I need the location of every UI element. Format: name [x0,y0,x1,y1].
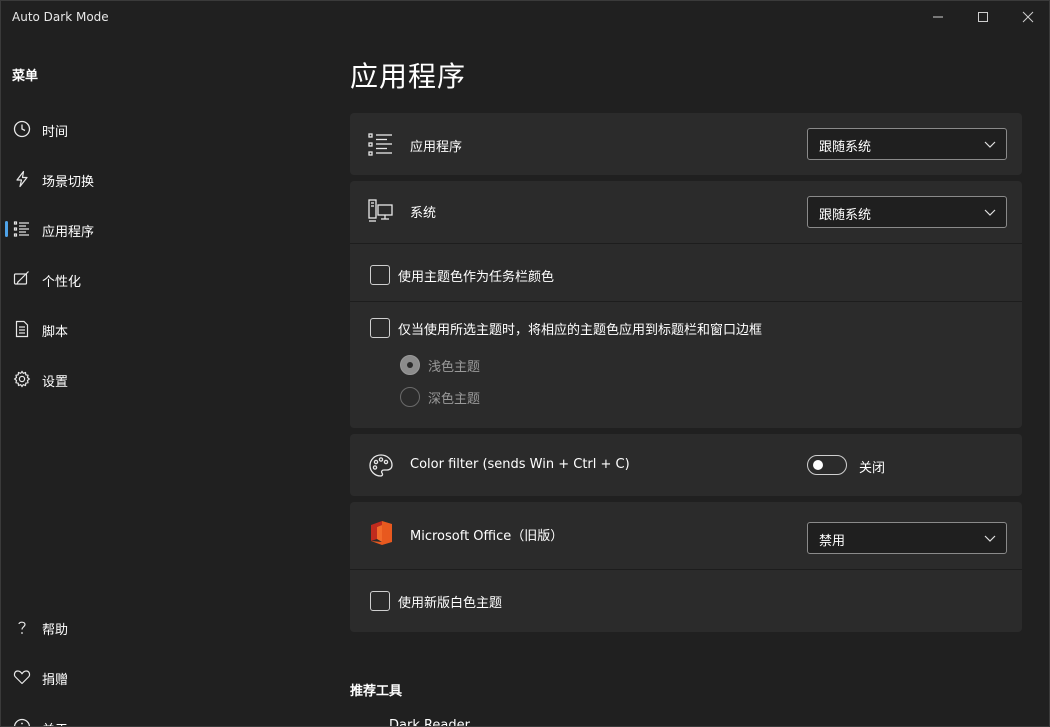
sidebar-item-help[interactable]: 帮助 [5,607,325,647]
system-theme-select-value: 跟随系统 [819,208,872,223]
list-icon [368,133,392,156]
office-theme-label: Microsoft Office（旧版） [410,529,564,544]
divider [350,243,1022,244]
apps-theme-select[interactable]: 跟随系统 [807,128,1007,160]
lightning-icon [16,170,28,188]
office-theme-select-value: 禁用 [819,534,846,549]
office-logo-icon [371,521,392,545]
sidebar-item-about[interactable]: 关于 [5,707,325,726]
personalize-icon [13,271,29,285]
app-window: Auto Dark Mode 菜单 时间 场景切换 应用程序 个性化 脚本 设置… [0,0,1050,727]
system-theme-select[interactable]: 跟随系统 [807,196,1007,228]
divider [350,569,1022,570]
taskbar-accent-label: 使用主题色作为任务栏颜色 [398,270,555,285]
window-title: Auto Dark Mode [12,10,109,24]
taskbar-accent-checkbox[interactable] [370,265,390,285]
minimize-icon [933,16,943,18]
chevron-down-icon [984,141,996,148]
maximize-button[interactable] [960,1,1006,33]
maximize-icon [978,12,988,22]
sidebar-item-settings[interactable]: 设置 [5,359,325,399]
apps-theme-label: 应用程序 [410,140,463,155]
sidebar-item-label: 场景切换 [42,175,95,190]
question-icon [18,621,26,634]
sidebar-menu-title: 菜单 [12,69,39,84]
system-theme-label: 系统 [410,206,437,221]
sidebar-item-label: 帮助 [42,623,69,638]
sidebar-item-label: 时间 [42,125,69,140]
sidebar-item-label: 捐赠 [42,673,69,688]
office-theme-select[interactable]: 禁用 [807,522,1007,554]
palette-icon [369,454,393,477]
office-white-theme-label: 使用新版白色主题 [398,596,503,611]
office-theme-card: Microsoft Office（旧版） 禁用 使用新版白色主题 [350,502,1022,632]
close-icon [1022,11,1034,23]
color-filter-card: Color filter (sends Win + Ctrl + C) 关闭 [350,434,1022,496]
sidebar-item-label: 脚本 [42,325,69,340]
document-icon [15,320,29,338]
color-filter-label: Color filter (sends Win + Ctrl + C) [410,457,630,472]
sidebar-item-label: 应用程序 [42,225,95,240]
color-filter-toggle-state: 关闭 [859,461,886,476]
sidebar-item-apps[interactable]: 应用程序 [5,209,325,249]
light-theme-radio-label: 浅色主题 [428,360,481,375]
minimize-button[interactable] [915,1,961,33]
sidebar-item-donate[interactable]: 捐赠 [5,657,325,697]
sidebar-item-time[interactable]: 时间 [5,109,325,149]
divider [350,301,1022,302]
close-button[interactable] [1005,1,1049,33]
sidebar-item-personalize[interactable]: 个性化 [5,259,325,299]
system-theme-card: 系统 跟随系统 使用主题色作为任务栏颜色 仅当使用所选主题时，将相应的主题色应用… [350,181,1022,428]
titlebar-accent-label: 仅当使用所选主题时，将相应的主题色应用到标题栏和窗口边框 [398,323,763,338]
computer-icon [368,199,393,222]
apps-theme-card: 应用程序 跟随系统 [350,113,1022,175]
gear-icon [13,370,31,388]
sidebar-item-label: 关于 [42,719,68,726]
chevron-down-icon [984,535,996,542]
dark-reader-link[interactable]: Dark Reader [389,718,470,726]
recommended-tools-title: 推荐工具 [350,684,403,699]
color-filter-toggle[interactable] [807,455,847,475]
light-theme-radio[interactable] [400,355,420,375]
toggle-knob [813,460,823,470]
page-title: 应用程序 [350,60,467,93]
heart-icon [13,670,31,685]
dark-theme-radio-label: 深色主题 [428,392,481,407]
dark-theme-radio[interactable] [400,387,420,407]
apps-theme-select-value: 跟随系统 [819,140,872,155]
title-bar[interactable]: Auto Dark Mode [1,1,1049,33]
sidebar-item-scripts[interactable]: 脚本 [5,309,325,349]
active-indicator [5,221,8,237]
info-icon [13,718,31,726]
list-icon [13,221,29,237]
titlebar-accent-checkbox[interactable] [370,318,390,338]
clock-icon [13,120,31,138]
office-white-theme-checkbox[interactable] [370,591,390,611]
sidebar-item-scene-switch[interactable]: 场景切换 [5,159,325,199]
chevron-down-icon [984,209,996,216]
sidebar-item-label: 设置 [42,375,69,390]
sidebar-item-label: 个性化 [42,275,82,290]
